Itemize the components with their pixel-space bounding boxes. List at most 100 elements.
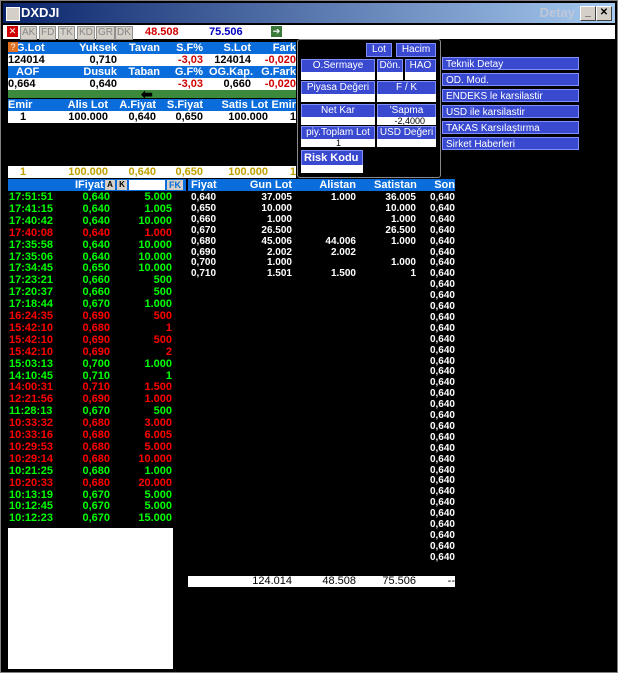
hacim-button[interactable]: Hacim [396,43,436,57]
net-kar-button[interactable]: Net Kar [301,104,375,118]
trade-row[interactable]: 15:42:10 0,690 2 [8,346,173,358]
trade-row[interactable]: 17:20:37 0,660 500 [8,287,173,298]
trades-header-a[interactable]: A [105,180,115,190]
window-title: DXDJI [21,5,60,20]
risk-kodu-button[interactable]: Risk Kodu [301,150,363,166]
trade-lot: 15.000 [138,512,172,525]
trades-filter-input[interactable] [129,180,165,190]
order-row[interactable]: 1 100.000 0,640 0,650 100.000 1 [8,111,296,123]
trade-row[interactable]: 17:34:45 0,650 10.000 [8,263,173,274]
depth-row[interactable]: 0,700 1.000 1.000 0,640 [188,257,455,268]
son-value: 0,640 [429,355,455,367]
trade-row[interactable]: 17:35:58 0,640 10.000 [8,239,173,251]
depth-row[interactable]: 0,650 10.000 10.000 0,640 [188,203,455,214]
piyasa-degeri-button[interactable]: Piyasa Değeri [301,81,375,95]
depth-cell: 0,640 [429,268,455,280]
depth-row[interactable]: 0,710 1.501 1.500 1 0,640 [188,268,455,279]
trades-blank-area [8,528,173,669]
depth-row[interactable]: 0,670 26.500 26.500 0,640 [188,225,455,236]
trade-lot: 1.000 [144,357,172,370]
f-k-button[interactable]: F / K [377,81,436,95]
summary-values2-5: -0,020 [264,78,296,90]
trades-header-fk[interactable]: FK [167,180,183,190]
depth-row[interactable]: 0,640 37.005 1.000 36.005 0,640 [188,192,455,203]
trade-row[interactable]: 17:18:44 0,670 1.000 [8,299,173,310]
help-icon[interactable]: ? [8,42,18,52]
risk-kodu-value [301,165,363,173]
arrow-right-icon[interactable]: ➔ [271,26,282,37]
trade-row[interactable]: 10:33:16 0,680 6.005 [8,430,173,441]
don-button[interactable]: Dön. [377,59,403,73]
depth-row[interactable]: 0,680 45.006 44.006 1.000 0,640 [188,236,455,247]
depth-header-1[interactable]: Gun Lot [246,179,292,191]
trade-row[interactable]: 17:23:21 0,660 500 [8,275,173,286]
trades-header-price[interactable]: IFiyat [75,179,104,191]
trade-time: 10:33:32 [9,417,54,430]
depth-total-2: 75.506 [382,575,416,587]
depth-header-2[interactable]: Alistan [306,179,356,191]
toolbar-button-tk[interactable]: TK [58,26,75,40]
trade-time: 10:13:19 [9,488,54,501]
trade-row[interactable]: 14:00:31 0,710 1.500 [8,382,173,393]
title-bar[interactable]: DXDJI Detay _ ✕ [3,3,615,23]
menu-item-3[interactable]: USD ile karsilastir [442,105,579,118]
trade-row[interactable]: 10:29:14 0,680 10.000 [8,453,173,465]
trade-row[interactable]: 17:40:08 0,640 1.000 [8,226,173,239]
minimize-icon[interactable]: _ [580,6,596,21]
trade-row[interactable]: 10:29:53 0,680 5.000 [8,441,173,453]
menu-item-5[interactable]: Sirket Haberleri [442,137,579,150]
trade-row[interactable]: 10:33:32 0,680 3.000 [8,418,173,429]
usd-degeri-button[interactable]: USD Değeri [377,126,436,140]
trade-row[interactable]: 17:41:15 0,640 1.005 [8,203,173,215]
son-cell: 0,640 [188,410,455,421]
depth-row[interactable]: 0,660 1.000 1.000 0,640 [188,214,455,225]
close-tab-icon[interactable]: ✕ [7,26,18,37]
depth-header-4[interactable]: Son [428,179,455,191]
trades-header-k[interactable]: K [117,180,127,190]
trade-row[interactable]: 11:28:13 0,670 500 [8,406,173,417]
hao-button[interactable]: HAO [405,59,436,73]
trade-row[interactable]: 10:12:45 0,670 5.000 [8,501,173,512]
o-sermaye-button[interactable]: O.Sermaye [301,59,375,73]
trade-row[interactable]: 17:35:06 0,640 10.000 [8,251,173,263]
trade-row[interactable]: 10:20:33 0,680 20.000 [8,477,173,489]
trade-row[interactable]: 15:42:10 0,680 1 [8,322,173,334]
trade-row[interactable]: 17:51:51 0,640 5.000 [8,192,173,203]
toolbar-button-gr[interactable]: GR [96,26,115,40]
trade-row[interactable]: 12:21:56 0,690 1.000 [8,394,173,405]
trade-price: 0,660 [82,274,110,287]
son-value: 0,640 [429,410,455,421]
depth-header-3[interactable]: Satistan [374,179,417,191]
toolbar-button-dk[interactable]: DK [115,26,133,40]
trade-time: 10:21:25 [9,464,54,477]
lot-button[interactable]: Lot [366,43,392,57]
trade-price: 0,680 [82,464,110,477]
trade-row[interactable]: 15:42:10 0,690 500 [8,333,173,346]
depth-header-0[interactable]: Fiyat [191,179,241,191]
trade-row[interactable]: 16:24:35 0,690 500 [8,311,173,322]
son-cell: 0,640 [188,497,455,508]
toolbar-button-ak[interactable]: AK [20,26,38,40]
trade-lot: 1.000 [144,226,172,239]
trade-row[interactable]: 17:40:42 0,640 10.000 [8,215,173,227]
trade-row[interactable]: 10:21:25 0,680 1.000 [8,464,173,477]
close-icon[interactable]: ✕ [596,6,612,21]
menu-item-1[interactable]: OD. Mod. [442,73,579,86]
toolbar-button-fd[interactable]: FD [39,26,57,40]
trade-row[interactable]: 15:03:13 0,700 1.000 [8,357,173,370]
trade-price: 0,690 [82,333,110,346]
depth-row[interactable]: 0,690 2.002 2.002 0,640 [188,247,455,258]
menu-item-2[interactable]: ENDEKS le karsilastir [442,89,579,102]
toolbar-button-kd[interactable]: KD [77,26,95,40]
menu-item-4[interactable]: TAKAS Karsılaştırma [442,121,579,134]
trade-row[interactable]: 14:10:45 0,710 1 [8,370,173,382]
menu-item-0[interactable]: Teknik Detay [442,57,579,70]
son-cell: 0,640 [188,421,455,432]
depth-cell: 0,640 [429,257,455,269]
trade-row[interactable]: 10:13:19 0,670 5.000 [8,488,173,501]
depth-cell: 1 [410,268,416,280]
trade-price: 0,700 [82,357,110,370]
depth-cell: 0,700 [191,257,217,269]
trade-row[interactable]: 10:12:23 0,670 15.000 [8,513,173,524]
son-cell: 0,640 [188,519,455,530]
